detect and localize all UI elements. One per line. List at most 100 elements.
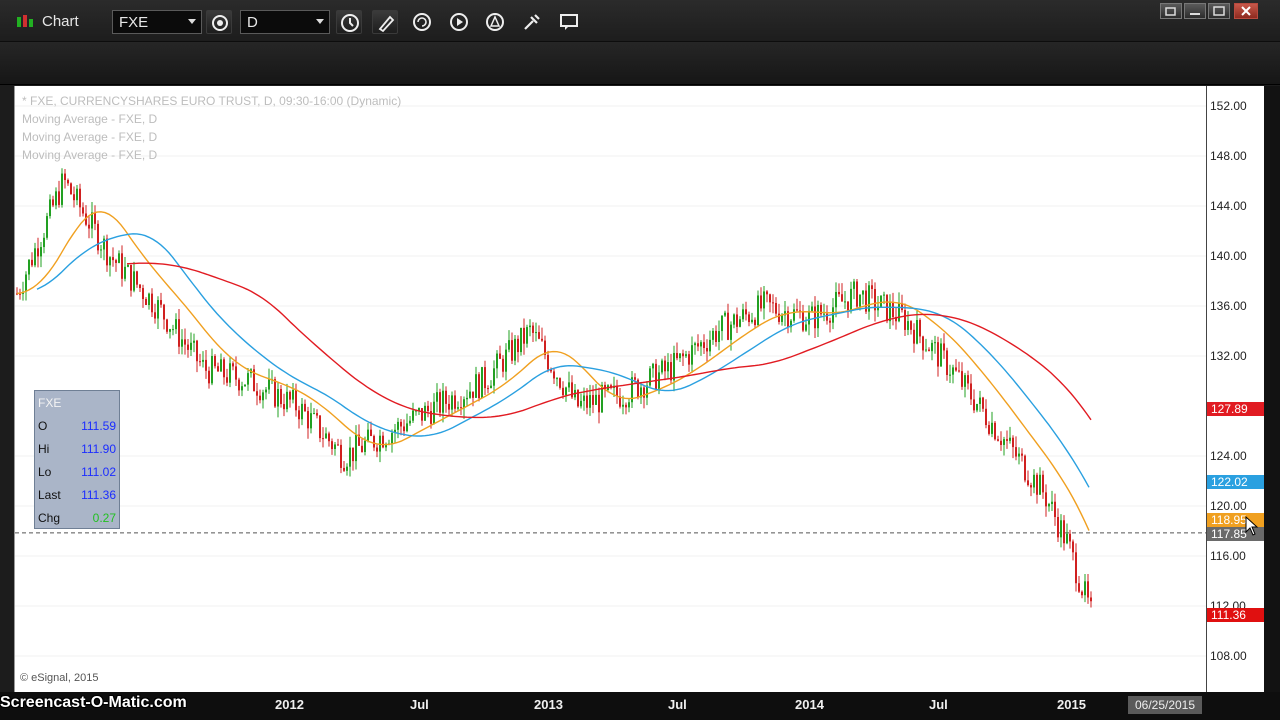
candle [655, 359, 657, 391]
candle [667, 353, 669, 380]
time-template-button[interactable] [336, 10, 362, 34]
y-tick: 132.00 [1210, 349, 1247, 363]
copyright-text: © eSignal, 2015 [20, 672, 99, 684]
candle [427, 400, 429, 418]
candle [628, 398, 630, 413]
restore-button[interactable] [1160, 3, 1182, 19]
candle [940, 338, 942, 367]
candle [151, 288, 153, 317]
candle [223, 357, 225, 385]
candle [262, 389, 264, 409]
candle [385, 442, 387, 452]
y-tick: 148.00 [1210, 149, 1247, 163]
candle [1018, 447, 1020, 465]
candle [1081, 590, 1083, 599]
candle [136, 270, 138, 288]
time-axis[interactable] [0, 692, 1280, 720]
candle [982, 396, 984, 412]
candle [241, 381, 243, 397]
candle [916, 310, 918, 345]
y-tick: 144.00 [1210, 199, 1247, 213]
candle [292, 383, 294, 404]
tools-button[interactable] [520, 10, 544, 34]
x-tick: Jul [929, 697, 948, 712]
candle [412, 402, 414, 423]
candle [277, 382, 279, 418]
candle [1027, 470, 1029, 487]
candle [40, 242, 42, 268]
candle [79, 183, 81, 217]
alert-button[interactable] [483, 10, 507, 34]
candle [943, 333, 945, 359]
minimize-button[interactable] [1184, 3, 1206, 19]
candle [565, 386, 567, 402]
vertical-scrollbar[interactable] [1264, 86, 1280, 720]
candle [139, 283, 141, 293]
candle [31, 252, 33, 268]
x-tick: Jul [410, 697, 429, 712]
candle [121, 245, 123, 287]
candle [436, 383, 438, 413]
candle [295, 383, 297, 417]
candle [976, 403, 978, 413]
candle [934, 335, 936, 354]
candle [478, 372, 480, 402]
candle [181, 329, 183, 355]
x-tick: 2013 [534, 697, 563, 712]
candle [1042, 470, 1044, 499]
replay-button[interactable] [447, 10, 471, 34]
candle [751, 312, 753, 324]
wrench-icon [524, 14, 540, 30]
candle [559, 377, 561, 390]
candle [496, 350, 498, 379]
refresh-button[interactable] [410, 10, 434, 34]
candle [145, 297, 147, 306]
maximize-button[interactable] [1208, 3, 1230, 19]
candle [850, 281, 852, 314]
candle [619, 387, 621, 409]
chevron-down-icon[interactable] [188, 19, 196, 24]
candle [499, 345, 501, 360]
price-chart[interactable] [14, 86, 1207, 692]
candle [1036, 472, 1038, 504]
window-title: Chart [42, 13, 79, 30]
info-value-open: 111.59 [81, 419, 116, 433]
ma-blue-tag: 122.02 [1207, 475, 1264, 489]
candle [76, 185, 78, 206]
candle [892, 292, 894, 326]
candle [217, 362, 219, 372]
symbol-link-button[interactable] [206, 10, 232, 34]
draw-button[interactable] [372, 10, 398, 34]
candle [178, 309, 180, 355]
interval-value: D [247, 13, 258, 31]
candle [1003, 436, 1005, 456]
candle [397, 417, 399, 439]
close-button[interactable] [1234, 3, 1258, 19]
candle [403, 419, 405, 436]
pencil-icon [378, 15, 395, 33]
candle [286, 383, 288, 413]
candle [919, 318, 921, 344]
close-icon [1241, 6, 1251, 16]
candle [958, 361, 960, 373]
y-tick: 124.00 [1210, 449, 1247, 463]
chevron-down-icon[interactable] [316, 19, 324, 24]
candle [769, 293, 771, 313]
symbol-input[interactable]: FXE [112, 10, 202, 34]
candle [847, 301, 849, 318]
comment-button[interactable] [557, 10, 581, 34]
candle [346, 463, 348, 476]
candle [304, 399, 306, 413]
candle [382, 431, 384, 449]
candle [208, 366, 210, 389]
interval-input[interactable]: D [240, 10, 330, 34]
candle [421, 408, 423, 426]
x-tick: Jul [668, 697, 687, 712]
candle [712, 328, 714, 345]
candle [643, 384, 645, 409]
candle [451, 391, 453, 417]
candle [625, 402, 627, 415]
candle [577, 389, 579, 408]
candle [343, 460, 345, 472]
candle [490, 380, 492, 389]
